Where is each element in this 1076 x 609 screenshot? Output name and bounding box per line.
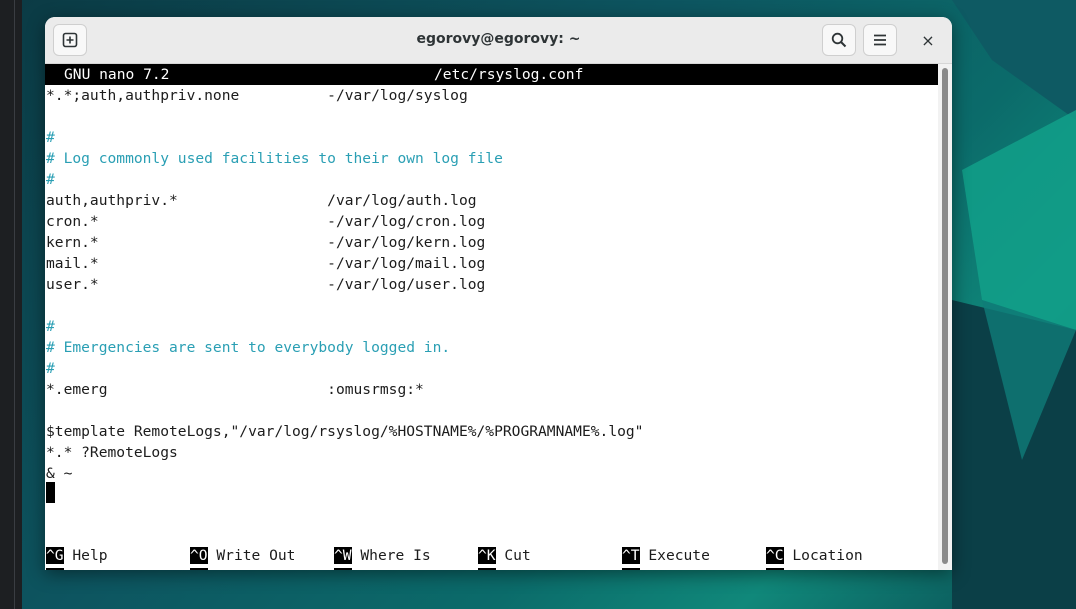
config-line: *.* ?RemoteLogs	[46, 444, 178, 461]
shortcut-go-to-line: ^/ Go To Line	[766, 566, 880, 570]
shortcut-label: Cut	[504, 547, 531, 564]
comment-line: #	[46, 318, 55, 335]
shortcut-key: ^X	[46, 568, 64, 570]
config-line: *.*;auth,authpriv.none -/var/log/syslog	[46, 87, 468, 104]
shortcut-label: Write Out	[216, 547, 296, 564]
shortcut-label: Where Is	[360, 547, 431, 564]
config-line: *.emerg :omusrmsg:*	[46, 381, 424, 398]
config-line: auth,authpriv.* /var/log/auth.log	[46, 192, 477, 209]
shortcut-key: ^O	[190, 547, 208, 564]
shortcut-exit: ^X Exit	[46, 566, 108, 570]
shortcut-replace: ^\ Replace	[334, 566, 422, 570]
shortcut-key: ^G	[46, 547, 64, 564]
desktop-side-panel	[0, 0, 22, 609]
shortcut-label: Location	[792, 547, 863, 564]
shortcut-key: ^R	[190, 568, 208, 570]
shortcut-location: ^C Location	[766, 545, 863, 566]
shortcut-cut: ^K Cut	[478, 545, 531, 566]
shortcut-label: Paste	[504, 568, 548, 570]
shortcut-execute: ^T Execute	[622, 545, 710, 566]
shortcut-key: ^C	[766, 547, 784, 564]
scrollbar[interactable]	[938, 64, 952, 570]
search-icon	[831, 32, 847, 48]
shortcut-label: Help	[72, 547, 108, 564]
shortcut-key: ^\	[334, 568, 352, 570]
hamburger-menu-icon	[874, 34, 886, 46]
scrollbar-thumb[interactable]	[942, 68, 948, 564]
config-line: mail.* -/var/log/mail.log	[46, 255, 486, 272]
shortcut-read-file: ^R Read File	[190, 566, 295, 570]
shortcut-write-out: ^O Write Out	[190, 545, 295, 566]
close-button[interactable]: ×	[916, 28, 940, 52]
shortcut-key: ^K	[478, 547, 496, 564]
shortcut-help: ^G Help	[46, 545, 108, 566]
desktop-wallpaper-shapes	[952, 0, 1076, 609]
nano-version: GNU nano 7.2	[64, 66, 170, 83]
config-line: $template RemoteLogs,"/var/log/rsyslog/%…	[46, 423, 644, 440]
shortcut-justify: ^J Justify	[622, 566, 710, 570]
search-button[interactable]	[822, 24, 856, 56]
config-line: user.* -/var/log/user.log	[46, 276, 486, 293]
config-line: kern.* -/var/log/kern.log	[46, 234, 486, 251]
window-title: egorovy@egorovy: ~	[416, 31, 581, 47]
shortcut-label: Read File	[216, 568, 295, 570]
shortcut-label: Go To Line	[792, 568, 880, 570]
shortcut-key: ^T	[622, 547, 640, 564]
comment-line: #	[46, 360, 55, 377]
text-cursor	[46, 482, 55, 503]
shortcut-key: ^W	[334, 547, 352, 564]
shortcut-key: ^J	[622, 568, 640, 570]
nano-filename: /etc/rsyslog.conf	[434, 66, 584, 83]
config-line: cron.* -/var/log/cron.log	[46, 213, 486, 230]
main-menu-button[interactable]	[863, 24, 897, 56]
comment-line: # Log commonly used facilities to their …	[46, 150, 503, 167]
config-line: & ~	[46, 465, 73, 482]
headerbar: egorovy@egorovy: ~ ×	[45, 17, 952, 64]
comment-line: #	[46, 129, 55, 146]
terminal-content[interactable]: GNU nano 7.2 /etc/rsyslog.conf *.*;auth,…	[45, 64, 938, 570]
shortcut-paste: ^U Paste	[478, 566, 548, 570]
shortcut-label: Exit	[72, 568, 107, 570]
close-icon: ×	[921, 30, 935, 50]
nano-title-bar: GNU nano 7.2 /etc/rsyslog.conf	[45, 64, 938, 85]
terminal-window: egorovy@egorovy: ~ × GNU nano 7.2 /etc/r…	[45, 17, 952, 570]
comment-line: #	[46, 171, 55, 188]
shortcut-where-is: ^W Where Is	[334, 545, 431, 566]
shortcut-label: Execute	[648, 547, 710, 564]
shortcut-key: ^/	[766, 568, 784, 570]
shortcut-key: ^U	[478, 568, 496, 570]
comment-line: # Emergencies are sent to everybody logg…	[46, 339, 451, 356]
shortcut-label: Replace	[360, 568, 422, 570]
shortcut-label: Justify	[648, 568, 710, 570]
